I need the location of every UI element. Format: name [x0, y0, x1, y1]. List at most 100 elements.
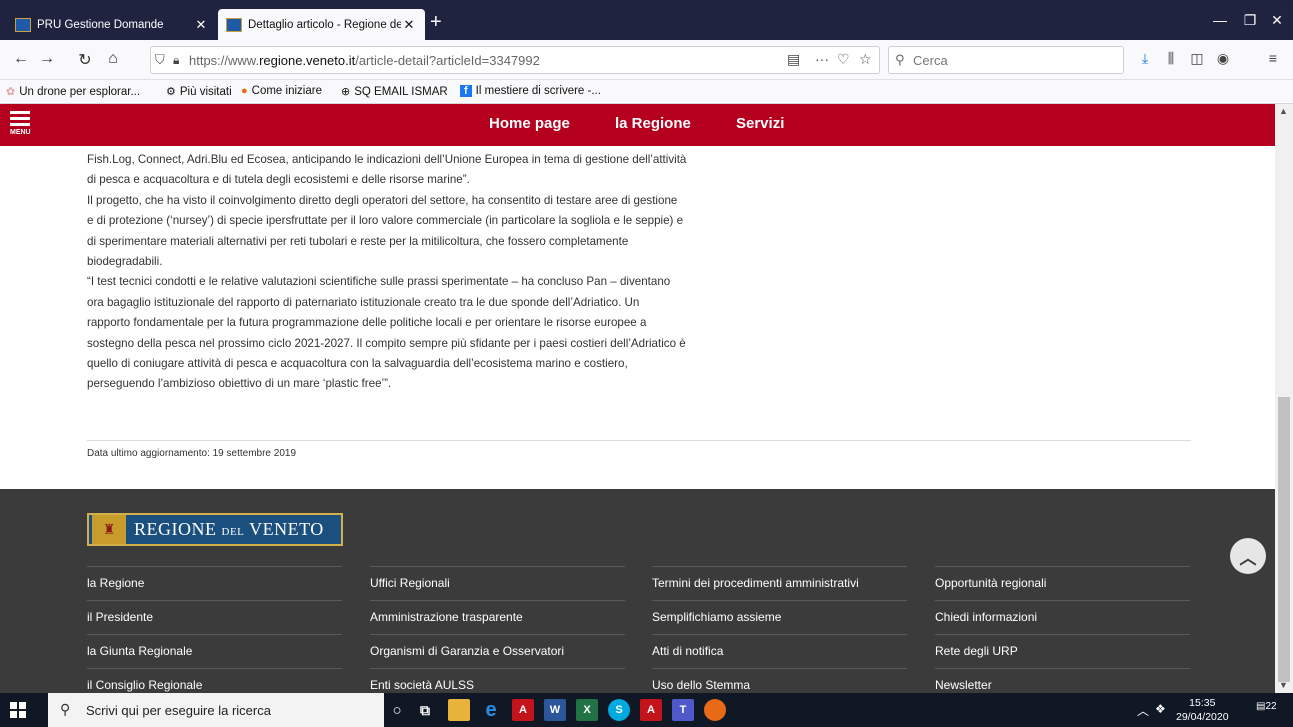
site-favicon-icon [15, 17, 31, 32]
pocket-icon[interactable]: ♡ [837, 51, 850, 68]
page-scrollbar[interactable]: ▲ ▼ [1275, 104, 1293, 693]
lion-emblem-icon: ♜ [92, 515, 126, 544]
firefox-icon[interactable] [704, 699, 726, 721]
reader-view-icon[interactable]: ▤ [787, 51, 800, 68]
regione-veneto-logo[interactable]: ♜ REGIONE DEL VENETO [87, 513, 343, 546]
footer-link[interactable]: Opportunità regionali [935, 566, 1190, 600]
bookmark-item[interactable]: f Il mestiere di scrivere -... [460, 85, 601, 97]
footer-column: Uffici Regionali Amministrazione traspar… [370, 566, 625, 693]
site-footer: ♜ REGIONE DEL VENETO la Regione il Presi… [0, 489, 1275, 693]
site-header: MENU Home page la Regione Servizi [0, 104, 1275, 146]
windows-start-icon[interactable] [10, 702, 26, 718]
footer-link[interactable]: la Giunta Regionale [87, 634, 342, 668]
word-icon[interactable]: W [544, 699, 566, 721]
task-view-icon[interactable]: ⧉ [414, 699, 436, 721]
scroll-up-arrow-icon[interactable]: ▲ [1279, 106, 1288, 116]
close-tab-icon[interactable]: ✕ [193, 17, 209, 33]
scroll-to-top-button[interactable]: ︿ [1230, 538, 1266, 574]
file-explorer-icon[interactable] [448, 699, 470, 721]
edge-browser-icon[interactable]: e [480, 699, 502, 721]
taskbar-search-placeholder: Scrivi qui per eseguire la ricerca [86, 703, 271, 718]
logo-text: REGIONE DEL VENETO [134, 519, 324, 539]
bookmark-item[interactable]: ⊕ SQ EMAIL ISMAR [341, 85, 448, 99]
article-line: sostegno della pesca nel prossimo ciclo … [87, 336, 686, 350]
bookmark-star-icon[interactable]: ☆ [859, 51, 872, 68]
last-update-text: Data ultimo aggiornamento: 19 settembre … [87, 448, 297, 459]
footer-column: Termini dei procedimenti amministrativi … [652, 566, 907, 693]
search-placeholder: Cerca [913, 53, 948, 68]
excel-icon[interactable]: X [576, 699, 598, 721]
address-bar[interactable]: ⛉ 🔒︎ https://www.regione.veneto.it/artic… [150, 46, 880, 74]
back-arrow-icon[interactable]: ← [10, 50, 32, 68]
close-window-button[interactable]: ✕ [1267, 12, 1287, 29]
article-line: quello di coniugare attività di pesca e … [87, 357, 628, 371]
gear-icon: ⚙ [166, 86, 176, 98]
footer-link[interactable]: il Consiglio Regionale [87, 668, 342, 693]
account-icon[interactable]: ◉ [1212, 50, 1234, 67]
flower-icon: ✿ [6, 86, 16, 98]
tray-chevron-up-icon[interactable]: ︿ [1137, 702, 1149, 719]
shield-icon[interactable]: ⛉ [155, 52, 165, 68]
reload-icon[interactable]: ↻ [74, 50, 96, 70]
footer-link[interactable]: Semplifichiamo assieme [652, 600, 907, 634]
minimize-button[interactable]: — [1210, 12, 1230, 28]
sidebar-icon[interactable]: ◫ [1186, 50, 1208, 67]
acrobat-icon[interactable]: A [512, 699, 534, 721]
footer-link[interactable]: Enti società AULSS [370, 668, 625, 693]
bookmark-item[interactable]: ⚙ Più visitati [166, 85, 232, 99]
teams-icon[interactable]: T [672, 699, 694, 721]
article-line: “I test tecnici condotti e le relative v… [87, 275, 671, 289]
skype-icon[interactable]: S [608, 699, 630, 721]
article-line: e di protezione (‘nursey’) di specie ipe… [87, 214, 684, 228]
footer-link[interactable]: il Presidente [87, 600, 342, 634]
footer-link[interactable]: Chiedi informazioni [935, 600, 1190, 634]
notification-count: 22 [1265, 701, 1277, 712]
nav-home-page[interactable]: Home page [489, 115, 570, 132]
restore-button[interactable]: ❐ [1240, 12, 1260, 29]
hamburger-menu-icon[interactable]: ≡ [1262, 50, 1284, 66]
footer-link[interactable]: Uffici Regionali [370, 566, 625, 600]
forward-arrow-icon[interactable]: → [36, 50, 58, 68]
search-bar[interactable]: ⚲ Cerca [888, 46, 1124, 74]
scrollbar-thumb[interactable] [1278, 397, 1290, 682]
footer-link[interactable]: Rete degli URP [935, 634, 1190, 668]
tab-pru-gestione[interactable]: PRU Gestione Domande ✕ [7, 9, 217, 40]
system-clock[interactable]: 15:35 29/04/2020 [1176, 696, 1229, 724]
article-line: ora bagaglio istituzionale del rapporto … [87, 295, 640, 309]
footer-link[interactable]: Amministrazione trasparente [370, 600, 625, 634]
site-menu-button[interactable]: MENU [10, 108, 36, 142]
tab-title: PRU Gestione Domande [37, 18, 164, 31]
chevron-up-icon: ︿ [1239, 548, 1257, 568]
cortana-icon[interactable]: ○ [386, 699, 408, 721]
bookmark-item[interactable]: ✿ Un drone per esplorar... [6, 85, 140, 99]
search-icon: ⚲ [60, 701, 71, 717]
article-line: di sperimentare materiali alternativi pe… [87, 234, 629, 248]
clock-time: 15:35 [1189, 697, 1216, 709]
tab-dettaglio-articolo[interactable]: Dettaglio articolo - Regione del ✕ [218, 9, 425, 40]
dropbox-icon[interactable]: ❖ [1155, 702, 1166, 716]
download-icon[interactable]: ⤓ [1134, 50, 1156, 67]
globe-icon: ⊕ [341, 86, 351, 98]
footer-link[interactable]: Newsletter [935, 668, 1190, 693]
nav-servizi[interactable]: Servizi [736, 115, 784, 132]
page-actions-icon[interactable]: ··· [815, 51, 829, 67]
footer-link[interactable]: la Regione [87, 566, 342, 600]
footer-link[interactable]: Organismi di Garanzia e Osservatori [370, 634, 625, 668]
taskbar-search[interactable]: ⚲ Scrivi qui per eseguire la ricerca [48, 693, 384, 727]
library-icon[interactable]: ⫼ [1160, 50, 1182, 67]
bookmark-item[interactable]: ● Come iniziare [241, 85, 322, 97]
footer-link[interactable]: Uso dello Stemma [652, 668, 907, 693]
new-tab-button[interactable]: + [430, 12, 442, 32]
pdf-reader-icon[interactable]: A [640, 699, 662, 721]
footer-link[interactable]: Termini dei procedimenti amministrativi [652, 566, 907, 600]
article-line: Il progetto, che ha visto il coinvolgime… [87, 193, 678, 207]
home-icon[interactable]: ⌂ [102, 50, 124, 68]
nav-la-regione[interactable]: la Regione [615, 115, 691, 132]
scroll-down-arrow-icon[interactable]: ▼ [1279, 680, 1288, 690]
tab-title: Dettaglio articolo - Regione del [248, 18, 401, 31]
footer-column: Opportunità regionali Chiedi informazion… [935, 566, 1190, 693]
lock-icon[interactable]: 🔒︎ [173, 53, 179, 68]
footer-link[interactable]: Atti di notifica [652, 634, 907, 668]
close-tab-icon[interactable]: ✕ [401, 17, 417, 33]
notification-center-icon[interactable]: ▤22 [1256, 701, 1277, 719]
